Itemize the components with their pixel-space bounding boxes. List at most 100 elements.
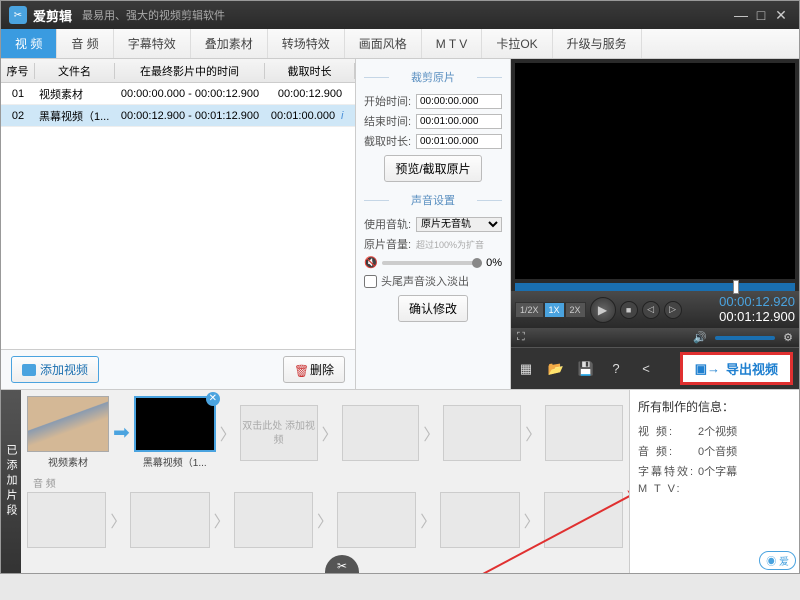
arrow-icon: 〉 — [423, 421, 439, 445]
open-icon[interactable]: 📂 — [547, 361, 565, 377]
empty-clip-slot[interactable] — [545, 405, 623, 461]
table-row[interactable]: 02 黑幕视频（1... 00:00:12.900 - 00:01:12.900… — [1, 105, 355, 127]
end-time-label: 结束时间: — [364, 113, 412, 129]
speed-half-button[interactable]: 1/2X — [515, 302, 544, 318]
main-tabs: 视 频 音 频 字幕特效 叠加素材 转场特效 画面风格 M T V 卡拉OK 升… — [1, 29, 799, 59]
volume-label: 原片音量: — [364, 236, 412, 252]
scissors-button[interactable]: ✂ — [325, 555, 359, 573]
info-icon[interactable]: i — [341, 110, 355, 122]
start-time-label: 开始时间: — [364, 93, 412, 109]
arrow-icon: 〉 — [110, 508, 126, 532]
th-timerange: 在最终影片中的时间 — [115, 63, 265, 79]
table-body: 01 视频素材 00:00:00.000 - 00:00:12.900 00:0… — [1, 83, 355, 349]
info-title: 所有制作的信息： — [638, 398, 791, 415]
empty-clip-slot[interactable] — [443, 405, 521, 461]
fade-checkbox[interactable] — [364, 275, 377, 288]
preview-pane: 1/2X 1X 2X ▶ ■ ◁ ▷ 00:00:12.920 00:01:12… — [511, 59, 799, 389]
table-row[interactable]: 01 视频素材 00:00:00.000 - 00:00:12.900 00:0… — [1, 83, 355, 105]
time-display: 00:00:12.920 00:01:12.900 — [719, 295, 795, 324]
player-controls: 1/2X 1X 2X ▶ ■ ◁ ▷ 00:00:12.920 00:01:12… — [511, 291, 799, 328]
tab-video[interactable]: 视 频 — [1, 29, 57, 58]
arrow-icon: 〉 — [317, 508, 333, 532]
current-time: 00:00:12.920 — [719, 295, 795, 309]
speaker-icon: 🔇 — [364, 256, 378, 269]
audio-track-label: 使用音轨: — [364, 216, 412, 232]
video-preview[interactable] — [515, 63, 795, 279]
empty-audio-slot[interactable] — [337, 492, 416, 548]
speed-2x-button[interactable]: 2X — [565, 302, 586, 318]
settings-pane: 裁剪原片 开始时间: 结束时间: 截取时长: 预览/截取原片 声音设置 使用音轨… — [356, 59, 511, 389]
player-volume-slider[interactable] — [715, 336, 775, 340]
volume-hint: 超过100%为扩音 — [416, 238, 484, 251]
th-filename: 文件名 — [35, 63, 115, 79]
tab-upgrade[interactable]: 升级与服务 — [553, 29, 642, 58]
confirm-button[interactable]: 确认修改 — [398, 295, 468, 322]
stop-button[interactable]: ■ — [620, 301, 638, 319]
play-button[interactable]: ▶ — [590, 297, 616, 323]
delete-button[interactable]: 🗑删除 — [283, 356, 345, 383]
fade-label: 头尾声音淡入淡出 — [381, 273, 469, 289]
th-index: 序号 — [1, 63, 35, 79]
end-time-input[interactable] — [416, 114, 502, 129]
app-name: 爱剪辑 — [33, 6, 72, 25]
add-icon — [22, 364, 36, 376]
bottom-toolbar: ▦ 📂 💾 ? < ▣→ 导出视频 — [511, 347, 799, 389]
trim-section-title: 裁剪原片 — [364, 65, 502, 89]
remove-clip-button[interactable]: ✕ — [206, 392, 220, 406]
clip-list-pane: 序号 文件名 在最终影片中的时间 截取时长 01 视频素材 00:00:00.0… — [1, 59, 356, 389]
prev-frame-button[interactable]: ◁ — [642, 301, 660, 319]
audio-track-select[interactable]: 原片无音轨 — [416, 217, 502, 232]
tab-karaoke[interactable]: 卡拉OK — [482, 29, 552, 58]
progress-bar[interactable] — [515, 283, 795, 291]
brand-badge[interactable]: ◉ 爱 — [759, 551, 796, 570]
empty-clip-slot[interactable]: 双击此处 添加视频 — [240, 405, 318, 461]
arrow-icon: 〉 — [524, 508, 540, 532]
arrow-icon: ➡ — [113, 420, 130, 445]
minimize-button[interactable]: — — [731, 7, 751, 23]
new-icon[interactable]: ▦ — [517, 361, 535, 377]
add-video-button[interactable]: 添加视频 — [11, 356, 99, 383]
timeline: 视频素材 ➡ ✕ 黑幕视频（1... 〉 双击此处 添加视频 〉 〉 〉 音 频 — [21, 390, 629, 573]
duration-input[interactable] — [416, 134, 502, 149]
table-header: 序号 文件名 在最终影片中的时间 截取时长 — [1, 59, 355, 83]
tab-style[interactable]: 画面风格 — [345, 29, 422, 58]
empty-audio-slot[interactable] — [440, 492, 519, 548]
tab-subtitle[interactable]: 字幕特效 — [114, 29, 191, 58]
arrow-icon: 〉 — [322, 421, 338, 445]
next-frame-button[interactable]: ▷ — [664, 301, 682, 319]
save-icon[interactable]: 💾 — [577, 361, 595, 377]
tab-mtv[interactable]: M T V — [422, 29, 483, 58]
duration-label: 截取时长: — [364, 133, 412, 149]
export-icon: ▣→ — [695, 361, 720, 377]
titlebar: ✂ 爱剪辑 最易用、强大的视频剪辑软件 — □ ✕ — [1, 1, 799, 29]
empty-audio-slot[interactable] — [130, 492, 209, 548]
tab-transition[interactable]: 转场特效 — [268, 29, 345, 58]
preview-trim-button[interactable]: 预览/截取原片 — [384, 155, 481, 182]
maximize-button[interactable]: □ — [751, 7, 771, 23]
timeline-side-tab[interactable]: 已添加片段 — [1, 390, 21, 573]
total-time: 00:01:12.900 — [719, 310, 795, 324]
empty-clip-slot[interactable] — [342, 405, 420, 461]
start-time-input[interactable] — [416, 94, 502, 109]
volume-value: 0% — [486, 257, 502, 269]
clip-thumbnail: ✕ — [134, 396, 216, 452]
tab-audio[interactable]: 音 频 — [57, 29, 113, 58]
audio-section-title: 声音设置 — [364, 188, 502, 212]
th-duration: 截取时长 — [265, 63, 355, 79]
clip-item[interactable]: ✕ 黑幕视频（1... — [134, 396, 216, 469]
arrow-icon: 〉 — [220, 421, 236, 445]
export-video-button[interactable]: ▣→ 导出视频 — [680, 352, 793, 385]
volume-icon[interactable]: 🔊 — [693, 331, 707, 344]
tab-overlay[interactable]: 叠加素材 — [191, 29, 268, 58]
speed-1x-button[interactable]: 1X — [544, 302, 565, 318]
clip-item[interactable]: 视频素材 — [27, 396, 109, 469]
close-button[interactable]: ✕ — [771, 7, 791, 24]
empty-audio-slot[interactable] — [234, 492, 313, 548]
arrow-icon: 〉 — [214, 508, 230, 532]
volume-slider[interactable] — [382, 261, 482, 265]
empty-audio-slot[interactable] — [27, 492, 106, 548]
settings-icon[interactable]: ⚙ — [783, 331, 793, 344]
share-icon[interactable]: < — [637, 361, 655, 377]
fullscreen-icon[interactable]: ⛶ — [517, 331, 525, 344]
help-icon[interactable]: ? — [607, 361, 625, 377]
